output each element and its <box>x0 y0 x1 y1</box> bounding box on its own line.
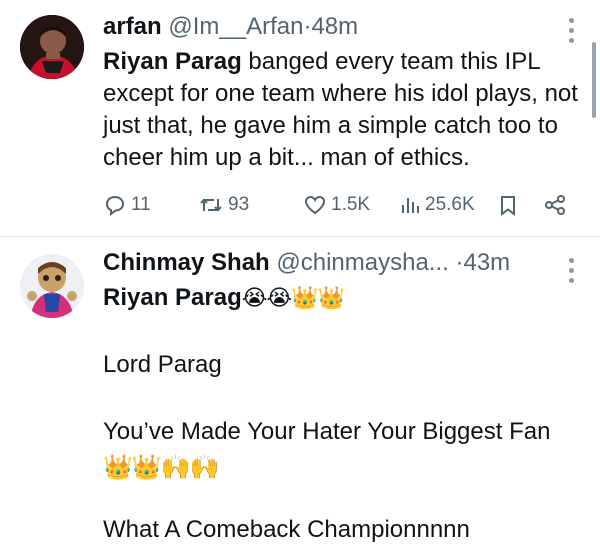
views-icon <box>402 198 419 213</box>
avatar[interactable] <box>20 254 84 318</box>
emoji-sequence: 😭😭👑👑 <box>241 285 345 310</box>
tweet-line-5: What A Comeback Championnnnn <box>103 516 470 543</box>
tweet-line-2: Lord Parag <box>103 351 222 378</box>
tweet-line-3: You’ve Made Your Hater Your Biggest Fan <box>103 418 551 445</box>
author-handle[interactable]: @Im__Arfan <box>168 13 303 40</box>
bookmark-icon <box>501 196 515 216</box>
timestamp[interactable]: 43m <box>463 249 510 276</box>
tweet-header: arfan @Im__Arfan·48m <box>103 12 550 42</box>
repost-count: 93 <box>228 194 250 215</box>
like-count: 1.5K <box>331 194 371 215</box>
tweet-line-1: Riyan Parag😭😭👑👑 <box>103 282 345 314</box>
repost-icon <box>200 198 222 212</box>
reply-icon <box>105 195 125 217</box>
more-options-icon[interactable] <box>568 18 574 43</box>
tweet-text: Riyan Parag banged every team this IPL e… <box>103 46 578 174</box>
more-options-icon[interactable] <box>568 258 574 283</box>
avatar-image <box>20 254 84 318</box>
action-bar: 11 93 1.5K 25.6K <box>103 190 580 220</box>
tweet-line-4: 👑👑🙌🙌 <box>103 454 220 481</box>
tweet-header: Chinmay Shah @chinmaysha... ·43m <box>103 248 550 278</box>
repost-button[interactable]: 93 <box>198 190 249 220</box>
like-button[interactable]: 1.5K <box>303 190 370 220</box>
share-button[interactable] <box>543 190 567 220</box>
timestamp[interactable]: 48m <box>311 13 358 40</box>
tweet-text-bold: Riyan Parag <box>103 48 242 75</box>
tweet-chinmay[interactable]: Chinmay Shah @chinmaysha... ·43m Riyan P… <box>0 237 600 554</box>
reply-count: 11 <box>131 194 151 215</box>
heart-icon <box>304 195 326 215</box>
author-handle[interactable]: @chinmaysha... <box>276 249 448 276</box>
views-button[interactable]: 25.6K <box>399 190 475 220</box>
reply-button[interactable]: 11 <box>103 190 151 220</box>
bookmark-button[interactable] <box>497 190 519 220</box>
avatar-image <box>20 15 84 79</box>
tweet-arfan[interactable]: arfan @Im__Arfan·48m Riyan Parag banged … <box>0 0 600 237</box>
author-name[interactable]: Chinmay Shah <box>103 249 270 276</box>
views-count: 25.6K <box>425 194 475 215</box>
avatar[interactable] <box>20 15 84 79</box>
share-icon <box>545 195 565 215</box>
author-name[interactable]: arfan <box>103 13 162 40</box>
tweet-text-bold: Riyan Parag <box>103 284 242 311</box>
